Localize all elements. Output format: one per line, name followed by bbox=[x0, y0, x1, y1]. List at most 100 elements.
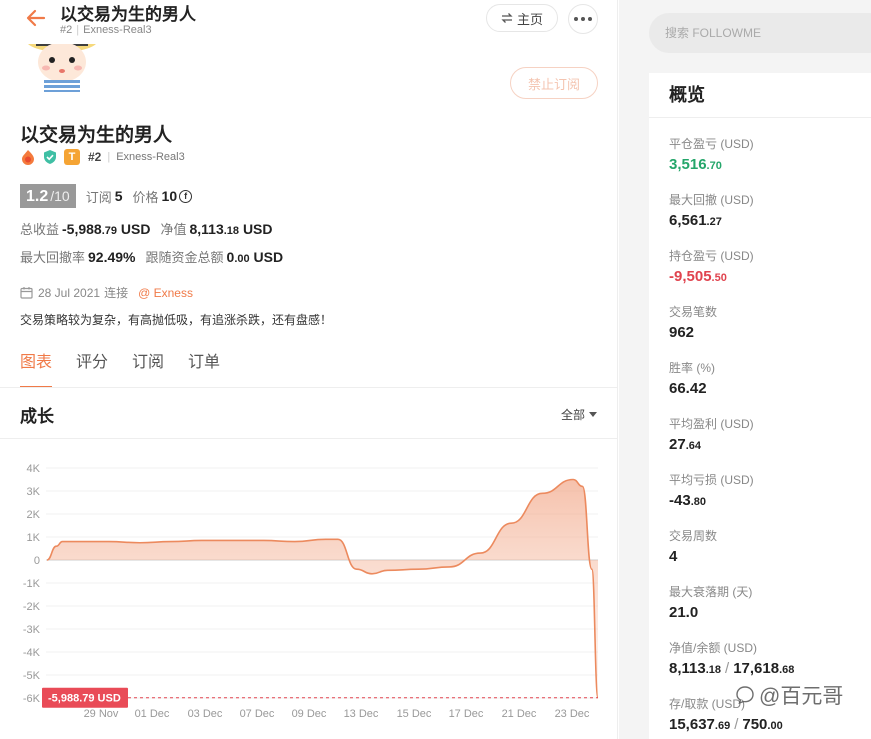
growth-line bbox=[46, 478, 599, 699]
overview-item: 净值/余额 (USD) 8,113.18/17,618.68 bbox=[669, 639, 794, 677]
header-rank: #2 bbox=[60, 24, 73, 36]
y-tick-label: 4K bbox=[27, 463, 41, 475]
strategy-description: 交易策略较为复杂，有高抛低吸，有追涨杀跌，还有盘感！ bbox=[20, 313, 333, 327]
overview-item-value: 6,561.27 bbox=[669, 212, 722, 229]
overview-item: 持仓盈亏 (USD) -9,505.50 bbox=[669, 247, 754, 285]
period-dropdown[interactable]: 全部 bbox=[561, 406, 598, 423]
total-profit-value: -5,988.79 USD bbox=[62, 221, 151, 237]
last-value-label: -5,988.79 USD bbox=[48, 693, 121, 705]
search-input[interactable]: 搜索 FOLLOWME bbox=[649, 13, 871, 53]
overview-item-value: 21.0 bbox=[669, 604, 699, 621]
overview-item-label: 交易周数 bbox=[669, 529, 718, 543]
equity-value: 8,113.18 USD bbox=[189, 221, 273, 237]
overview-item-label: 平均亏损 (USD) bbox=[669, 473, 754, 487]
broker-link[interactable]: @ Exness bbox=[138, 286, 193, 300]
unsubscribe-button[interactable]: 禁止订阅 bbox=[510, 67, 598, 99]
max-drawdown-value: 92.49% bbox=[88, 249, 136, 265]
coin-icon: f bbox=[179, 189, 193, 203]
growth-title: 成长 bbox=[20, 407, 54, 426]
overview-item-label: 平仓盈亏 (USD) bbox=[669, 137, 754, 151]
overview-item-value: 962 bbox=[669, 324, 695, 341]
x-tick-label: 13 Dec bbox=[344, 708, 379, 720]
y-tick-label: 3K bbox=[27, 486, 41, 498]
score-row: 1.2 /10 订阅 5 价格 10 f bbox=[20, 184, 193, 208]
chat-bubble-icon bbox=[736, 686, 754, 705]
overview-item-value: 4 bbox=[669, 548, 678, 565]
tab-orders[interactable]: 订单 bbox=[188, 350, 220, 388]
period-dropdown-label: 全部 bbox=[561, 408, 586, 422]
more-button[interactable] bbox=[568, 4, 598, 34]
overview-item: 平均盈利 (USD) 27.64 bbox=[669, 415, 754, 453]
y-tick-label: 1K bbox=[27, 532, 41, 544]
x-tick-label: 21 Dec bbox=[502, 708, 537, 720]
header-title: 以交易为生的男人 bbox=[60, 5, 196, 24]
connection-row: 28 Jul 2021 连接 @ Exness bbox=[20, 284, 193, 301]
x-tick-label: 17 Dec bbox=[449, 708, 484, 720]
overview-item-value: 27.64 bbox=[669, 436, 701, 453]
profile-account: Exness-Real3 bbox=[116, 151, 185, 163]
y-tick-label: -6K bbox=[23, 693, 41, 705]
badge-row: T #2 | Exness-Real3 bbox=[20, 148, 185, 166]
trader-t-badge-icon: T bbox=[64, 149, 80, 165]
overview-item-value: -43.80 bbox=[669, 492, 706, 509]
header-account: Exness-Real3 bbox=[83, 24, 152, 36]
profit-row: 总收益 -5,988.79 USD 净值 8,113.18 USD bbox=[20, 219, 273, 239]
subscriptions-label: 订阅 bbox=[85, 189, 112, 205]
watermark: @百元哥 bbox=[735, 680, 843, 710]
overview-item-value: 15,637.69/750.00 bbox=[669, 716, 783, 733]
dropdown-caret-icon bbox=[589, 412, 598, 417]
calendar-icon bbox=[20, 287, 33, 299]
overview-item-label: 平均盈利 (USD) bbox=[669, 417, 754, 431]
y-tick-label: -1K bbox=[23, 578, 41, 590]
profile-rank: #2 bbox=[88, 150, 102, 164]
verified-shield-icon bbox=[44, 150, 56, 164]
subscriptions-value: 5 bbox=[114, 188, 123, 204]
x-tick-label: 07 Dec bbox=[240, 708, 275, 720]
drawdown-row: 最大回撤率 92.49% 跟随资金总额 0.00 USD bbox=[20, 247, 283, 267]
overview-item: 平仓盈亏 (USD) 3,516.70 bbox=[669, 135, 754, 173]
x-tick-label: 01 Dec bbox=[135, 708, 170, 720]
overview-title: 概览 bbox=[669, 85, 705, 105]
connected-date: 28 Jul 2021 bbox=[38, 285, 101, 300]
x-tick-label: 15 Dec bbox=[397, 708, 432, 720]
sidebar: 搜索 FOLLOWME 概览 平仓盈亏 (USD) 3,516.70 最大回撤 (U… bbox=[619, 0, 871, 739]
overview-item-value: -9,505.50 bbox=[669, 268, 727, 285]
overview-item: 交易笔数 962 bbox=[669, 303, 717, 341]
equity-label: 净值 bbox=[160, 222, 187, 237]
overview-item: 胜率 (%) 66.42 bbox=[669, 359, 715, 397]
header-subtitle: #2 | Exness-Real3 bbox=[60, 24, 152, 36]
main-panel: 以交易为生的男人 #2 | Exness-Real3 主页 禁止订阅 以交易为生的男… bbox=[0, 0, 618, 739]
x-tick-label: 23 Dec bbox=[555, 708, 590, 720]
home-button-label: 主页 bbox=[516, 11, 543, 27]
tab-subscriptions[interactable]: 订阅 bbox=[132, 350, 164, 388]
score-max: /10 bbox=[50, 188, 70, 204]
overview-item: 交易周数 4 bbox=[669, 527, 717, 565]
overview-item-label: 持仓盈亏 (USD) bbox=[669, 249, 754, 263]
overview-item-label: 净值/余额 (USD) bbox=[669, 641, 757, 655]
y-tick-label: 0 bbox=[34, 555, 40, 567]
total-profit-label: 总收益 bbox=[20, 222, 60, 237]
follow-funds-value: 0.00 USD bbox=[226, 249, 284, 265]
overview-item-label: 交易笔数 bbox=[669, 305, 718, 319]
tab-chart[interactable]: 图表 bbox=[20, 350, 53, 388]
back-arrow-icon[interactable] bbox=[24, 6, 48, 30]
avatar[interactable] bbox=[26, 36, 98, 92]
price-value: 10 bbox=[161, 188, 178, 204]
overview-item: 平均亏损 (USD) -43.80 bbox=[669, 471, 754, 509]
max-drawdown-label: 最大回撤率 bbox=[20, 250, 86, 265]
overview-item-label: 胜率 (%) bbox=[669, 361, 715, 375]
y-tick-label: -3K bbox=[23, 624, 41, 636]
home-button[interactable]: 主页 bbox=[486, 4, 558, 32]
growth-area bbox=[47, 479, 598, 698]
overview-panel: 概览 平仓盈亏 (USD) 3,516.70 最大回撤 (USD) 6,561.27 持… bbox=[649, 73, 871, 739]
growth-chart: 4K 3K 2K 1K 0 -1K -2K -3K -4K -5K -6K 29 Nov 01 Dec… bbox=[23, 463, 599, 720]
overview-item-label: 最大衰落期 (天) bbox=[669, 585, 753, 599]
top-bar: 以交易为生的男人 #2 | Exness-Real3 主页 bbox=[0, 0, 617, 44]
overview-item-value: 66.42 bbox=[669, 380, 707, 397]
tab-rating[interactable]: 评分 bbox=[76, 350, 108, 388]
overview-item: 最大衰落期 (天) 21.0 bbox=[669, 583, 752, 621]
overview-item: 最大回撤 (USD) 6,561.27 bbox=[669, 191, 754, 229]
more-dots-icon bbox=[574, 17, 578, 21]
overview-item-label: 最大回撤 (USD) bbox=[669, 193, 754, 207]
trader-name: 以交易为生的男人 bbox=[20, 125, 173, 146]
